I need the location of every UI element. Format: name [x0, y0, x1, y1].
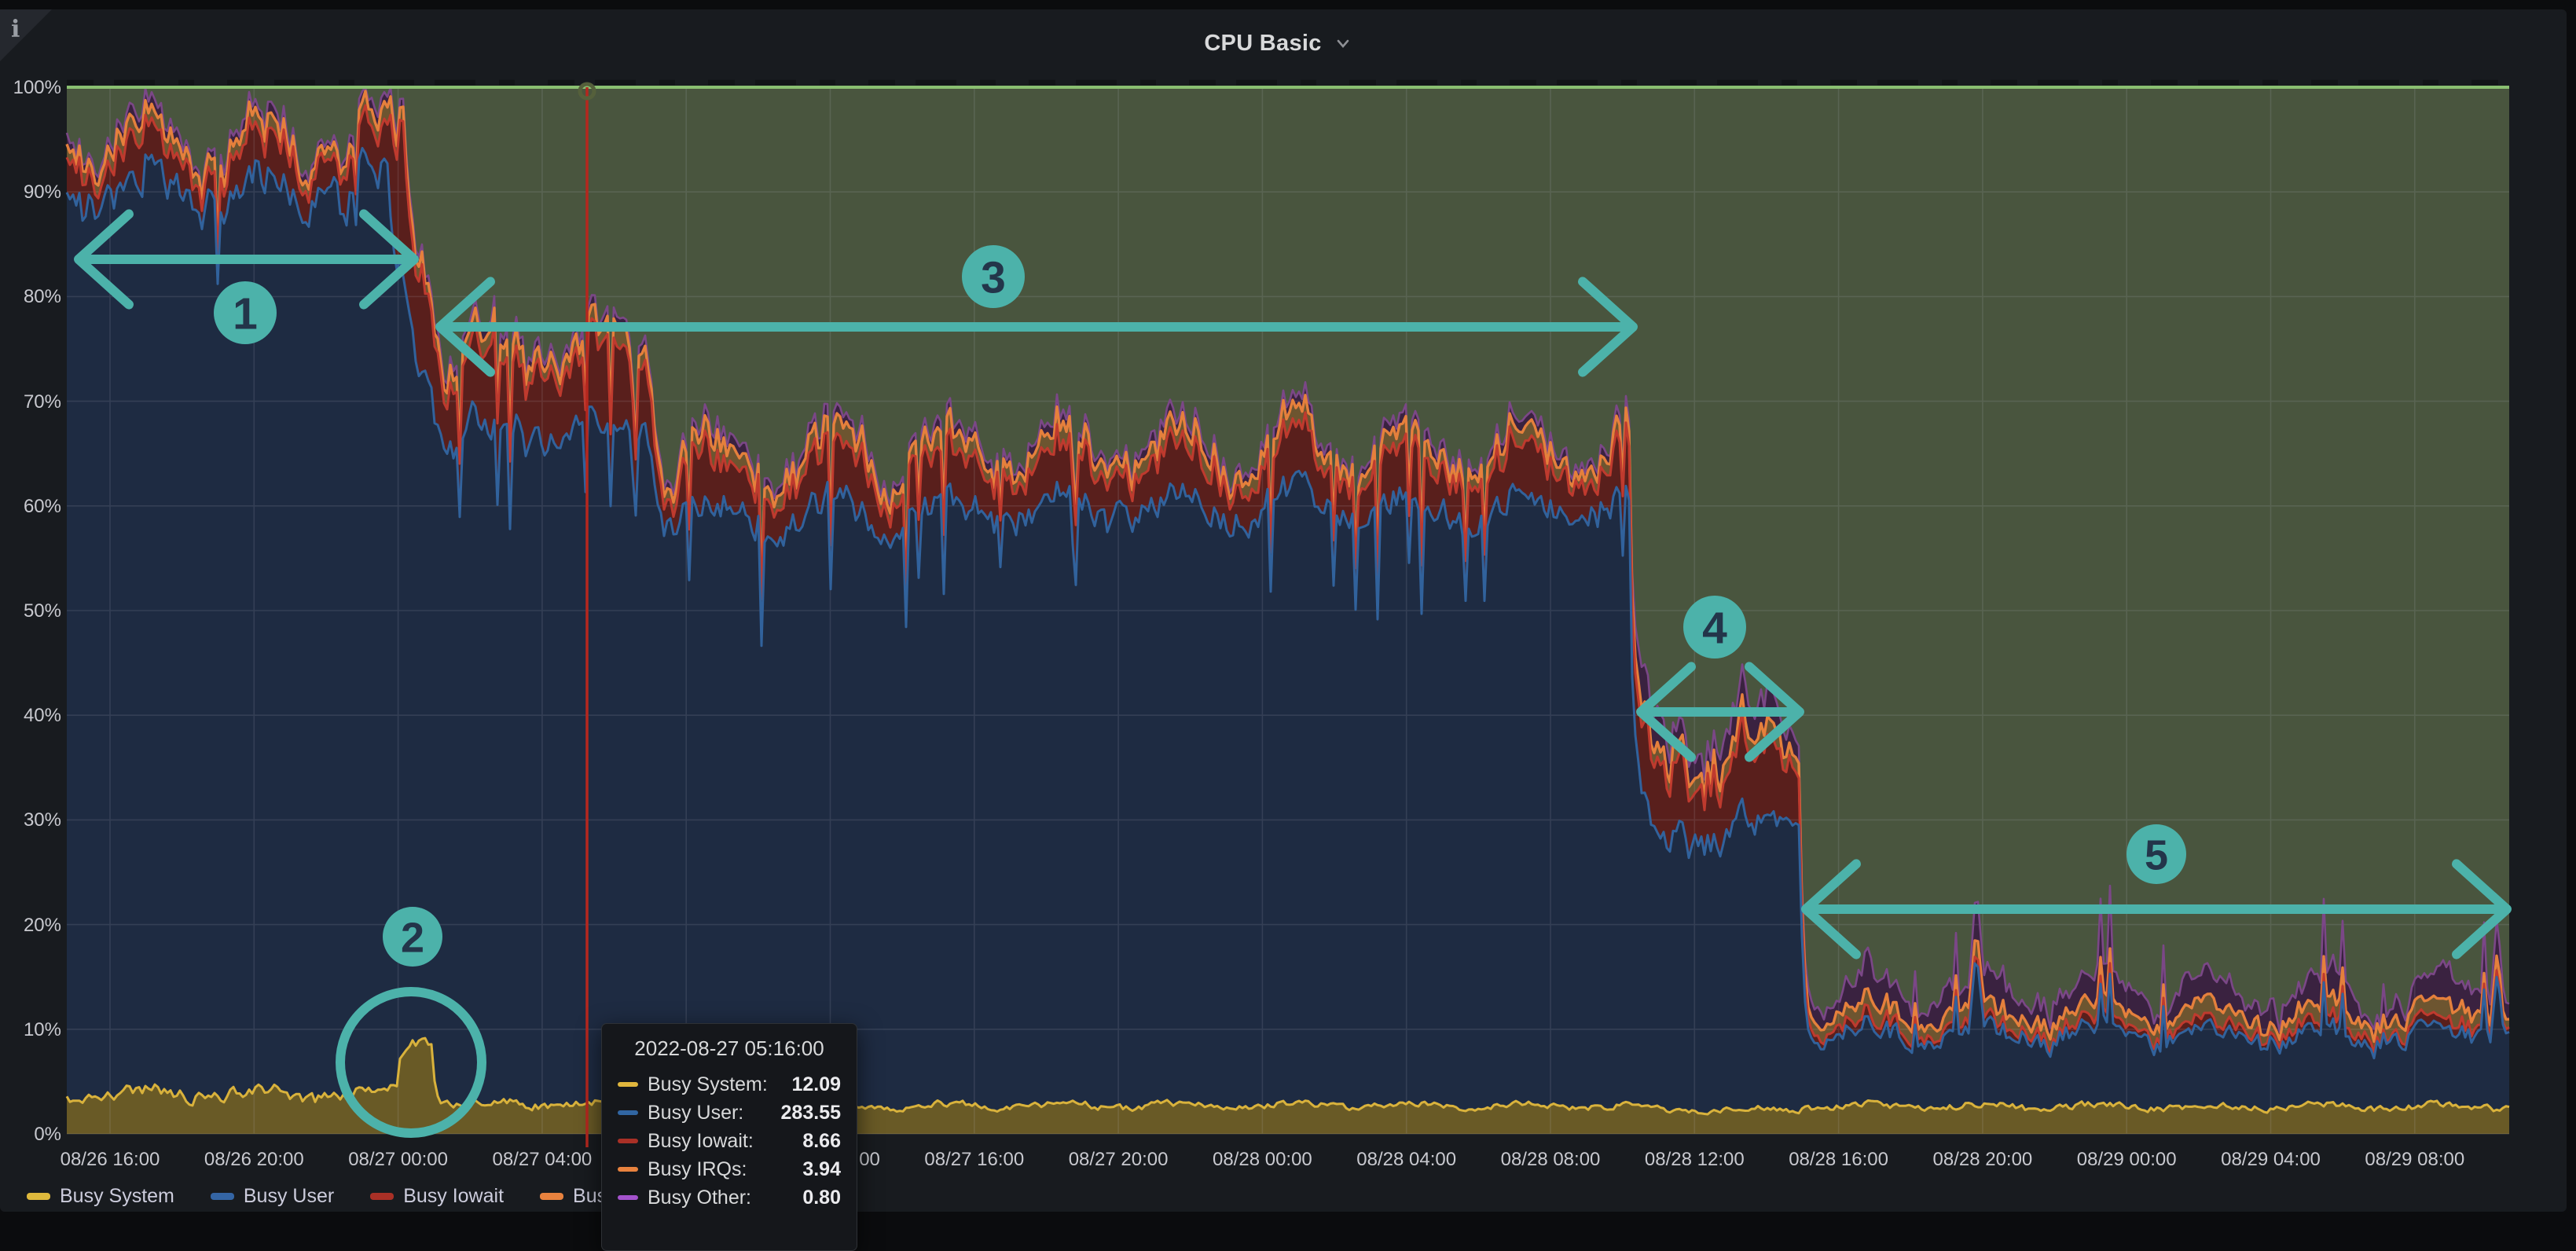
tooltip-series-value: 3.94 — [802, 1158, 841, 1181]
tooltip-timestamp: 2022-08-27 05:16:00 — [618, 1036, 841, 1061]
y-tick-label: 90% — [0, 182, 61, 204]
info-icon: i — [11, 16, 20, 43]
tooltip-series-value: 283.55 — [781, 1102, 841, 1124]
x-tick-label: 08/27 16:00 — [924, 1149, 1024, 1171]
panel-info-corner[interactable] — [0, 9, 52, 61]
tooltip-series-value: 12.09 — [791, 1073, 841, 1096]
y-tick-label: 70% — [0, 391, 61, 413]
y-tick-label: 50% — [0, 600, 61, 622]
tooltip-row: Busy Other: 0.80 — [618, 1183, 841, 1212]
legend-item[interactable]: Busy Iowait — [370, 1185, 504, 1208]
legend-swatch-icon — [540, 1193, 563, 1200]
x-tick-label: 08/28 00:00 — [1213, 1149, 1312, 1171]
legend-swatch-icon — [370, 1193, 394, 1200]
cpu-chart[interactable]: 1 2 3 4 5 — [0, 0, 2576, 1212]
y-tick-label: 10% — [0, 1019, 61, 1041]
panel-header[interactable]: CPU Basic — [0, 19, 2557, 68]
x-tick-label: 08/27 04:00 — [492, 1149, 592, 1171]
tooltip-swatch-icon — [618, 1110, 638, 1115]
x-tick-label: 08/27 20:00 — [1069, 1149, 1169, 1171]
tooltip-series-label: Busy Iowait: — [648, 1130, 754, 1153]
legend-swatch-icon — [211, 1193, 234, 1200]
y-tick-label: 0% — [0, 1124, 61, 1146]
grafana-dashboard: { "panel": { "title": "CPU Basic", "info… — [0, 0, 2576, 1212]
x-tick-label: 08/26 20:00 — [204, 1149, 304, 1171]
legend: Busy SystemBusy UserBusy IowaitBusy IRQs — [27, 1185, 667, 1208]
x-tick-label: 08/28 08:00 — [1501, 1149, 1601, 1171]
legend-item[interactable]: Busy User — [211, 1185, 334, 1208]
tooltip-series-label: Busy IRQs: — [648, 1158, 747, 1181]
x-tick-label: 08/28 04:00 — [1356, 1149, 1456, 1171]
tooltip-series-value: 8.66 — [802, 1130, 841, 1153]
annotation-badge-3-number: 3 — [981, 253, 1006, 303]
y-tick-label: 30% — [0, 809, 61, 831]
tooltip-swatch-icon — [618, 1139, 638, 1143]
x-tick-label: 08/28 16:00 — [1789, 1149, 1888, 1171]
tooltip-swatch-icon — [618, 1195, 638, 1200]
tooltip-row: Busy IRQs: 3.94 — [618, 1155, 841, 1183]
legend-item[interactable]: Busy System — [27, 1185, 174, 1208]
legend-swatch-icon — [27, 1193, 50, 1200]
tooltip-rows: Busy System: 12.09 Busy User: 283.55 Busy Io… — [618, 1070, 841, 1212]
legend-label: Busy User — [244, 1185, 334, 1208]
x-tick-label: 08/28 12:00 — [1645, 1149, 1745, 1171]
tooltip-series-label: Busy User: — [648, 1102, 743, 1124]
x-tick-label: 08/29 04:00 — [2221, 1149, 2321, 1171]
y-tick-label: 100% — [0, 77, 61, 99]
tooltip-swatch-icon — [618, 1082, 638, 1087]
legend-label: Busy System — [60, 1185, 174, 1208]
tooltip-row: Busy User: 283.55 — [618, 1099, 841, 1127]
x-tick-label: 08/27 00:00 — [348, 1149, 448, 1171]
chevron-down-icon — [1333, 33, 1353, 53]
panel-title[interactable]: CPU Basic — [1204, 31, 1321, 57]
tooltip-row: Busy Iowait: 8.66 — [618, 1127, 841, 1155]
annotation-badge-5-number: 5 — [2145, 831, 2168, 879]
x-tick-label: 08/29 08:00 — [2365, 1149, 2464, 1171]
y-tick-label: 40% — [0, 705, 61, 727]
legend-label: Busy Iowait — [403, 1185, 504, 1208]
tooltip-series-label: Busy Other: — [648, 1187, 751, 1209]
y-tick-label: 60% — [0, 496, 61, 518]
x-tick-label: 08/28 20:00 — [1932, 1149, 2032, 1171]
annotation-badge-1-number: 1 — [233, 289, 258, 339]
x-tick-label: 08/26 16:00 — [61, 1149, 160, 1171]
annotation-badge-2-number: 2 — [401, 914, 424, 961]
tooltip-series-label: Busy System: — [648, 1073, 768, 1096]
tooltip-series-value: 0.80 — [802, 1187, 841, 1209]
tooltip-swatch-icon — [618, 1167, 638, 1172]
y-tick-label: 80% — [0, 286, 61, 308]
tooltip: 2022-08-27 05:16:00 Busy System:12.09Bus… — [601, 1023, 857, 1251]
tooltip-row: Busy System: 12.09 — [618, 1070, 841, 1099]
annotation-badge-4-number: 4 — [1702, 603, 1727, 654]
x-tick-label: 08/29 00:00 — [2077, 1149, 2177, 1171]
y-tick-label: 20% — [0, 915, 61, 937]
